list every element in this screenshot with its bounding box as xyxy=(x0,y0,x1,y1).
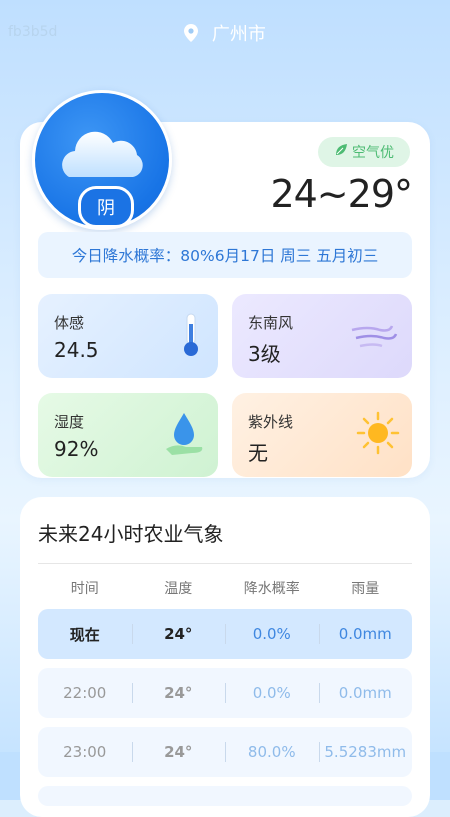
row-rain: 5.5283mm xyxy=(319,743,413,761)
table-row-partial[interactable] xyxy=(38,786,412,806)
water-drop-icon xyxy=(162,411,206,461)
location-pin-icon xyxy=(184,23,199,47)
side-strip-left xyxy=(0,752,20,800)
humidity-label: 湿度 xyxy=(54,413,85,431)
uv-label: 紫外线 xyxy=(248,413,294,431)
precipitation-date-bar: 今日降水概率：80%6月17日 周三 五月初三 xyxy=(38,232,412,278)
uv-tile[interactable]: 紫外线 无 xyxy=(232,393,412,477)
humidity-value: 92% xyxy=(54,437,99,461)
table-row[interactable]: 22:00 24° 0.0% 0.0mm xyxy=(38,668,412,718)
table-row[interactable]: 23:00 24° 80.0% 5.5283mm xyxy=(38,727,412,777)
row-time: 23:00 xyxy=(63,743,107,761)
air-quality-badge[interactable]: 空气优 xyxy=(318,137,410,167)
feel-tile[interactable]: 体感 24.5 xyxy=(38,294,218,378)
header-precip: 降水概率 xyxy=(243,581,300,597)
wind-label: 东南风 xyxy=(248,314,294,332)
header-temp: 温度 xyxy=(164,581,193,597)
row-temp: 24° xyxy=(132,625,226,643)
header-rain: 雨量 xyxy=(351,581,380,597)
city-name: 广州市 xyxy=(211,24,266,45)
humidity-tile[interactable]: 湿度 92% xyxy=(38,393,218,477)
sun-icon xyxy=(356,411,400,459)
forecast-table-header: 时间 温度 降水概率 雨量 xyxy=(38,578,412,600)
row-time: 22:00 xyxy=(63,684,107,702)
row-temp: 24° xyxy=(132,684,226,702)
location-header[interactable]: 广州市 xyxy=(0,20,450,47)
table-row[interactable]: 现在 24° 0.0% 0.0mm xyxy=(38,609,412,659)
row-precip: 80.0% xyxy=(225,743,319,761)
row-rain: 0.0mm xyxy=(319,625,413,643)
row-precip: 0.0% xyxy=(225,625,319,643)
row-precip: 0.0% xyxy=(225,684,319,702)
uv-value: 无 xyxy=(248,441,268,465)
row-time: 现在 xyxy=(69,625,100,644)
header-time: 时间 xyxy=(70,581,99,597)
feel-value: 24.5 xyxy=(54,338,99,362)
forecast-title: 未来24小时农业气象 xyxy=(38,522,224,546)
precipitation-date-text: 今日降水概率：80%6月17日 周三 五月初三 xyxy=(71,247,379,265)
wind-icon xyxy=(350,318,400,356)
row-temp: 24° xyxy=(132,743,226,761)
thermometer-icon xyxy=(176,312,206,362)
air-quality-text: 空气优 xyxy=(352,145,394,161)
side-strip-right xyxy=(430,752,450,800)
temperature-range: 24~29° xyxy=(270,172,413,216)
condition-badge: 阴 xyxy=(78,186,134,228)
wind-value: 3级 xyxy=(248,342,281,366)
leaf-icon xyxy=(334,143,348,161)
row-rain: 0.0mm xyxy=(319,684,413,702)
forecast-divider xyxy=(38,563,412,564)
feel-label: 体感 xyxy=(54,314,85,332)
wind-tile[interactable]: 东南风 3级 xyxy=(232,294,412,378)
